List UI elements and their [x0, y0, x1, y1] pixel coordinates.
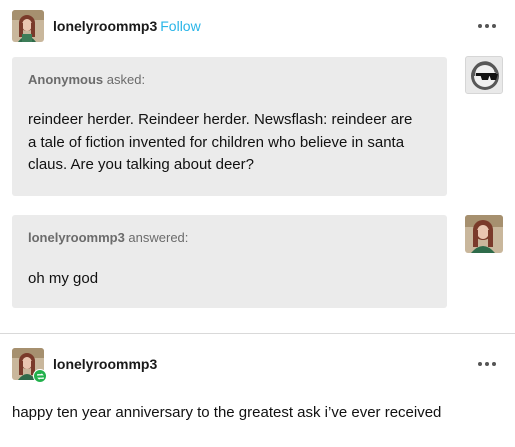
answer-bubble: lonelyroommp3 answered: oh my god: [12, 215, 447, 308]
answerer-avatar[interactable]: [465, 215, 503, 253]
asker-name: Anonymous: [28, 72, 104, 87]
anonymous-avatar-icon: [471, 61, 499, 90]
follow-button[interactable]: Follow: [160, 18, 200, 34]
question-line: reindeer herder. Reindeer herder. Newsfl…: [28, 111, 413, 128]
more-horizontal-icon[interactable]: [477, 356, 497, 372]
asker-line: Anonymous asked:: [28, 72, 145, 87]
asked-label: asked:: [106, 72, 146, 87]
question-line: a tale of fiction invented for children …: [28, 133, 405, 151]
avatar-image: [12, 10, 44, 42]
answerer-line: lonelyroommp3 answered:: [28, 230, 188, 245]
username[interactable]: lonelyroommp3: [53, 18, 157, 34]
reblog-icon: [33, 369, 47, 383]
question-line: claus. Are you talking about deer?: [28, 156, 254, 173]
reblog-username[interactable]: lonelyroommp3: [53, 356, 157, 372]
reblog-body-text: happy ten year anniversary to the greate…: [12, 404, 442, 421]
post-divider: [0, 333, 515, 334]
question-text: reindeer herder. Reindeer herder. Newsfl…: [28, 109, 412, 177]
answerer-avatar-image: [465, 215, 503, 253]
ask-bubble: Anonymous asked: reindeer herder. Reinde…: [12, 57, 447, 196]
answer-text: oh my god: [28, 270, 99, 287]
answered-label: answered:: [128, 230, 189, 245]
avatar[interactable]: [12, 10, 44, 42]
post-header: lonelyroommp3 Follow: [12, 10, 503, 42]
anonymous-sunglasses-avatar: [465, 56, 503, 94]
more-horizontal-icon[interactable]: [477, 18, 497, 34]
answerer-name[interactable]: lonelyroommp3: [28, 230, 125, 245]
reblog-header: lonelyroommp3: [12, 348, 503, 383]
avatar[interactable]: [12, 348, 47, 383]
